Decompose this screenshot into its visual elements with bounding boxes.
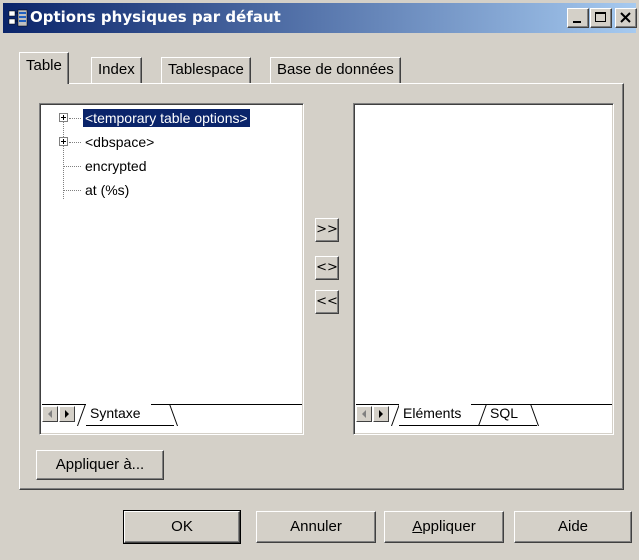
- options-dialog: Options physiques par défaut Table Index…: [0, 0, 639, 560]
- scroll-left-button[interactable]: [42, 406, 58, 422]
- minimize-icon: [573, 21, 581, 23]
- app-icon: [8, 9, 28, 27]
- tab-elements[interactable]: Eléments: [399, 404, 472, 425]
- tab-table[interactable]: Table: [19, 52, 69, 84]
- cancel-button[interactable]: Annuler: [256, 511, 376, 543]
- close-button[interactable]: [615, 8, 637, 28]
- scroll-left-button[interactable]: [356, 406, 372, 422]
- maximize-icon: [595, 12, 606, 22]
- minimize-button[interactable]: [567, 8, 589, 28]
- tab-tablespace[interactable]: Tablespace: [161, 57, 251, 83]
- help-button[interactable]: Aide: [514, 511, 632, 543]
- arrow-right-icon: [379, 410, 383, 418]
- arrow-left-icon: [48, 410, 52, 418]
- right-tab-strip: Eléments SQL: [356, 404, 612, 426]
- tab-index[interactable]: Index: [91, 57, 142, 83]
- arrow-left-icon: [362, 410, 366, 418]
- scroll-right-button[interactable]: [59, 406, 75, 422]
- apply-label: ppliquer: [422, 518, 476, 535]
- expand-icon[interactable]: [59, 137, 68, 146]
- title-bar[interactable]: Options physiques par défaut: [3, 3, 637, 33]
- apply-button[interactable]: Appliquer: [384, 511, 504, 543]
- tree-item-label: <temporary table options>: [82, 108, 251, 128]
- scroll-right-button[interactable]: [373, 406, 389, 422]
- tree-item-label: at (%s): [85, 182, 130, 198]
- expand-icon[interactable]: [59, 113, 68, 122]
- tab-syntax[interactable]: Syntaxe: [86, 404, 151, 425]
- tab-sql[interactable]: SQL: [486, 404, 528, 425]
- close-icon: [620, 12, 631, 23]
- apply-label-mnemonic: A: [412, 518, 423, 535]
- ok-button[interactable]: OK: [123, 510, 241, 544]
- left-tab-strip: Syntaxe: [42, 404, 302, 426]
- tab-database[interactable]: Base de données: [270, 57, 401, 83]
- maximize-button[interactable]: [590, 8, 612, 28]
- tree-item-label: <dbspace>: [85, 134, 155, 150]
- window-title: Options physiques par défaut: [30, 8, 281, 26]
- arrow-right-icon: [65, 410, 69, 418]
- tree-item-label: encrypted: [85, 158, 147, 174]
